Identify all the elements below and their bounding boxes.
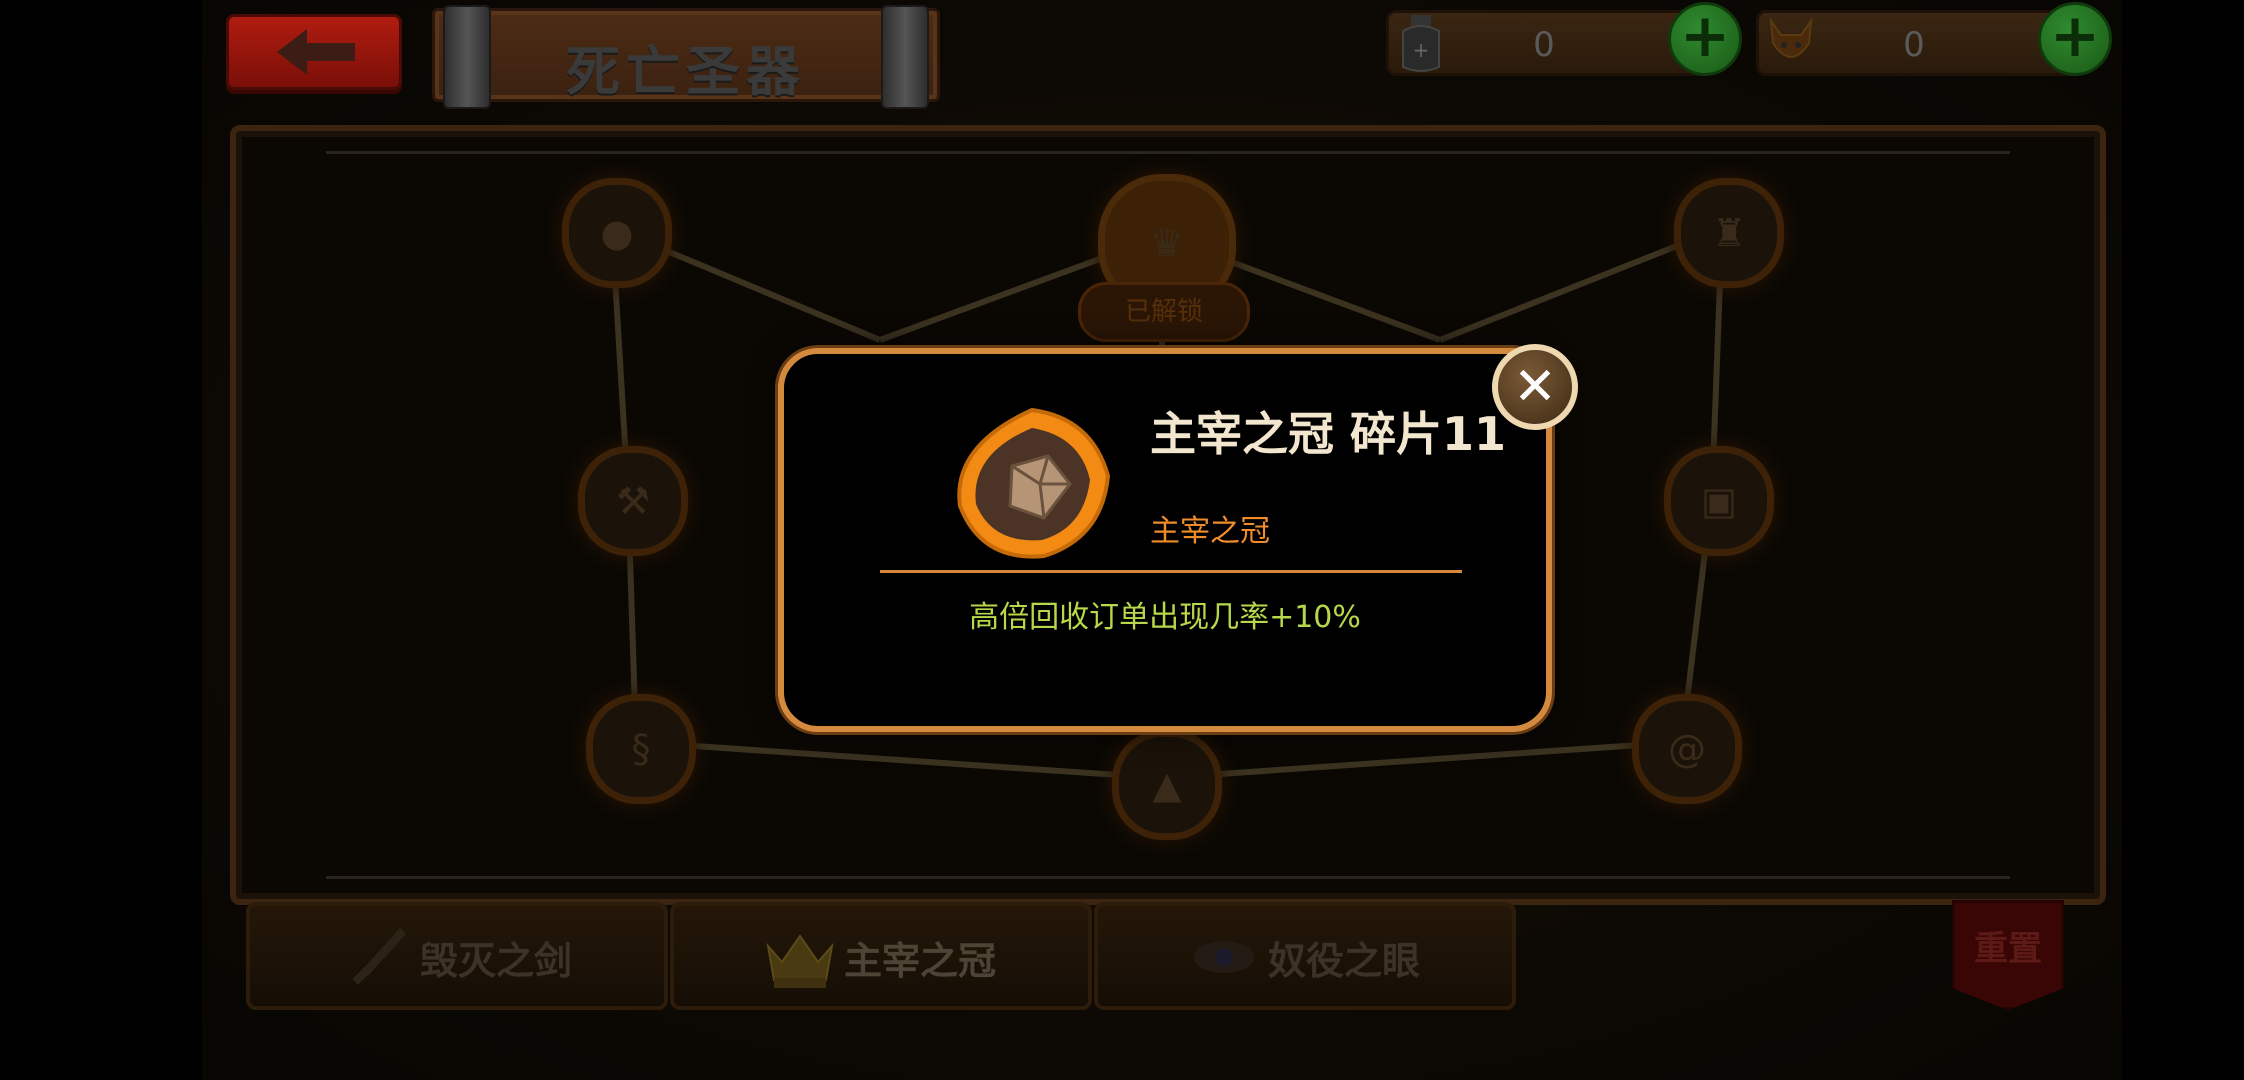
artifact-node-triangle[interactable]: ▲ [1112,730,1222,840]
tab-label: 主宰之冠 [844,939,997,983]
artifact-node-orb[interactable]: ● [562,178,672,288]
tab-sword[interactable]: 毁灭之剑 [246,902,668,1010]
reset-label: 重置 [1974,929,2042,969]
sword-icon [352,928,406,985]
tab-eye[interactable]: 奴役之眼 [1094,902,1516,1010]
artifact-node-serpent[interactable]: § [586,694,696,804]
unlocked-tag: 已解锁 [1078,282,1250,342]
artifact-node-anvil[interactable]: ⚒ [578,446,688,556]
eye-icon [1194,941,1254,973]
tab-crown[interactable]: 主宰之冠 [670,902,1092,1010]
fragment-effect: 高倍回收订单出现几率+10% [969,600,1361,635]
popup-divider [880,570,1462,573]
artifact-node-castle[interactable]: ♜ [1674,178,1784,288]
tab-label: 毁灭之剑 [420,939,573,983]
fragment-detail-popup: ✕ 主宰之冠 碎片11 主宰之冠 高倍回收订单出现几率+10% [778,344,1578,732]
fragment-name: 主宰之冠 碎片11 [1150,407,1507,461]
crown-icon [766,934,834,988]
artifact-node-card[interactable]: ▣ [1664,446,1774,556]
artifact-node-swirl[interactable]: @ [1632,694,1742,804]
shard-gem-icon [957,407,1111,559]
reset-button[interactable]: 重置 [1952,900,2064,1010]
tab-label: 奴役之眼 [1268,939,1421,983]
fragment-set-name: 主宰之冠 [1150,514,1270,549]
